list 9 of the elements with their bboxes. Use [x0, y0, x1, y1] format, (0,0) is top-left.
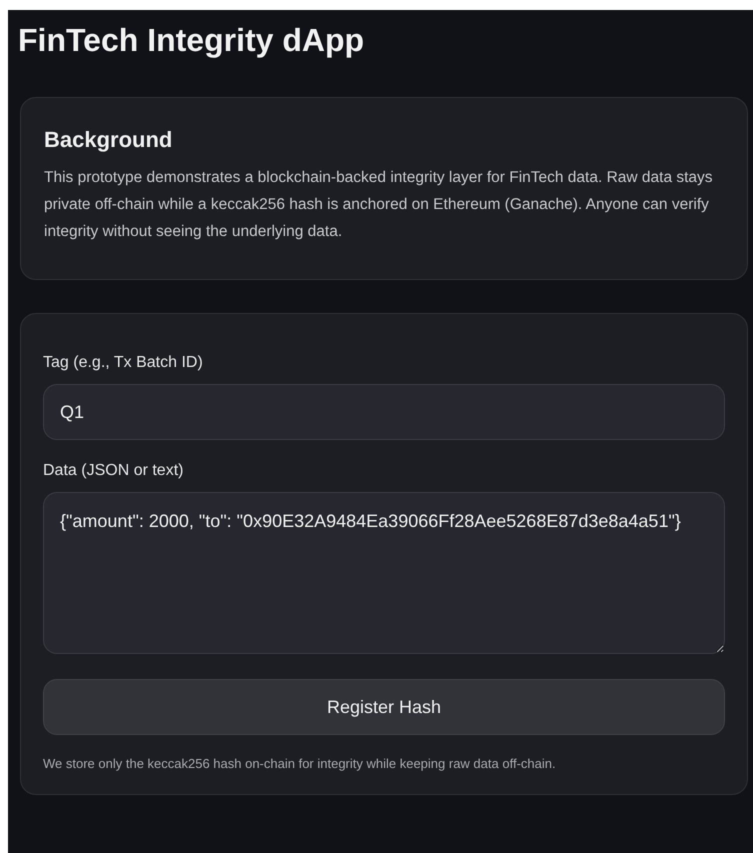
note-text: We store only the keccak256 hash on-chain for integrity while keeping raw data off-chain.	[43, 755, 557, 773]
field-label: Tag (e.g., Tx Batch ID)	[43, 353, 204, 373]
tag-input[interactable]: Q1	[43, 384, 725, 440]
data-textarea[interactable]: {"amount": 2000, "to": "0x90E32A9484Ea39066Ff28Aee5268E87d3e8a4a51"}	[43, 492, 725, 654]
register-hash-button[interactable]: Register Hash	[43, 679, 725, 735]
card-heading: Background	[44, 126, 174, 154]
field-label: Data (JSON or text)	[43, 461, 184, 481]
description-text: This prototype demonstrates a blockchain-backed integrity layer for FinTech data. Raw data stays private off-chain while a keccak256 hash is anchored on Ethereum (Ganache). Anyone can verify integrity without seeing the underlying data.	[44, 168, 714, 242]
page-title: FinTech Integrity dApp	[18, 21, 366, 60]
